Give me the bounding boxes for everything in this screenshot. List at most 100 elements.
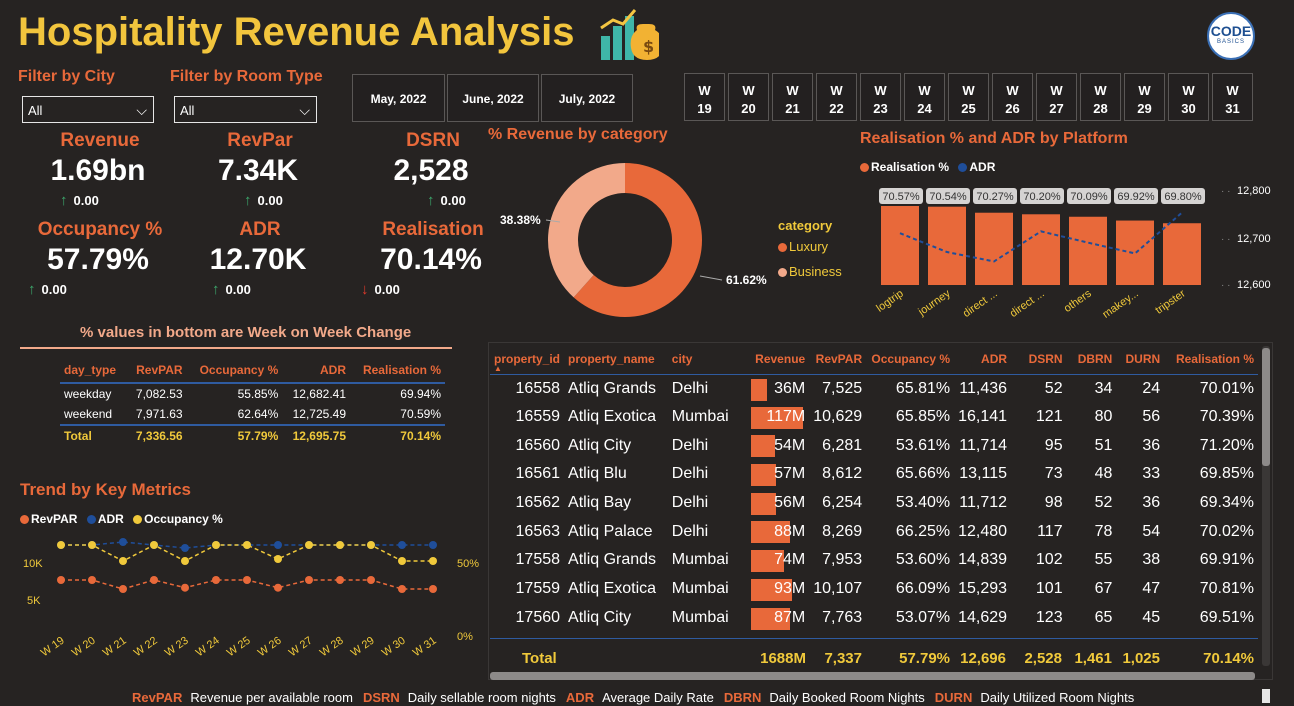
- trend-point[interactable]: [305, 541, 313, 549]
- week-button-20[interactable]: W 20: [728, 73, 769, 121]
- trend-point[interactable]: [398, 585, 406, 593]
- table-row[interactable]: 17559 Atliq Exotica Mumbai 93M 10,107 66.09% 1…: [490, 575, 1258, 604]
- trend-point[interactable]: [429, 557, 437, 565]
- trend-point[interactable]: [274, 583, 282, 592]
- week-prefix: W: [786, 83, 799, 98]
- week-button-30[interactable]: W 30: [1168, 73, 1209, 121]
- bar-realisation-5[interactable]: [1116, 220, 1154, 285]
- column-header[interactable]: Realisation %: [350, 357, 445, 384]
- trend-point[interactable]: [274, 541, 282, 549]
- column-header-property-name[interactable]: property_name: [564, 344, 668, 375]
- trend-point[interactable]: [150, 541, 158, 549]
- table-row[interactable]: 16563 Atliq Palace Delhi 88M 8,269 66.25% 12,4…: [490, 517, 1258, 546]
- trend-point[interactable]: [274, 555, 282, 563]
- trend-point[interactable]: [398, 541, 406, 549]
- trend-point[interactable]: [429, 541, 437, 549]
- table-row[interactable]: 17558 Atliq Grands Mumbai 74M 7,953 53.60% 14,…: [490, 546, 1258, 575]
- table-cell-city: Mumbai: [671, 580, 729, 598]
- column-header-dbrn[interactable]: DBRN: [1066, 344, 1117, 375]
- column-header-revpar[interactable]: RevPAR: [809, 344, 867, 375]
- week-button-25[interactable]: W 25: [948, 73, 989, 121]
- week-button-27[interactable]: W 27: [1036, 73, 1077, 121]
- x-tick-label: W 30: [380, 635, 408, 660]
- bar-realisation-4[interactable]: [1069, 216, 1107, 285]
- week-button-29[interactable]: W 29: [1124, 73, 1165, 121]
- table-row[interactable]: 16560 Atliq City Delhi 54M 6,281 53.61% 11,714…: [490, 431, 1258, 460]
- table-row[interactable]: 16562 Atliq Bay Delhi 56M 6,254 53.40% 11,712 9…: [490, 489, 1258, 518]
- table-row[interactable]: 16559 Atliq Exotica Mumbai 117M 10,629 65.85%…: [490, 403, 1258, 432]
- trend-point[interactable]: [119, 557, 127, 565]
- table-cell-city: Delhi: [671, 494, 709, 512]
- trend-point[interactable]: [57, 541, 65, 549]
- column-header-occupancy--[interactable]: Occupancy %: [866, 344, 955, 375]
- y-tick-label-left: 5K: [27, 595, 41, 607]
- table-row[interactable]: 16558 Atliq Grands Delhi 36M 7,525 65.81% 11,4…: [490, 374, 1258, 403]
- trend-point[interactable]: [367, 576, 375, 584]
- y-tick-label: 12,800: [1237, 185, 1271, 197]
- y-tick-mark: · ·: [1221, 186, 1230, 197]
- week-button-24[interactable]: W 24: [904, 73, 945, 121]
- table-row[interactable]: 16561 Atliq Blu Delhi 57M 8,612 65.66% 13,115 7…: [490, 460, 1258, 489]
- column-header-revenue[interactable]: Revenue: [751, 344, 810, 375]
- table-cell-city: Delhi: [671, 522, 709, 540]
- trend-point[interactable]: [336, 541, 344, 549]
- bar-realisation-3[interactable]: [1022, 214, 1060, 285]
- column-header-adr[interactable]: ADR: [954, 344, 1012, 375]
- room-type-filter-dropdown[interactable]: All ⌵: [174, 96, 317, 123]
- trend-point[interactable]: [88, 541, 96, 549]
- column-header-dsrn[interactable]: DSRN: [1011, 344, 1067, 375]
- city-filter-dropdown[interactable]: All ⌵: [22, 96, 154, 123]
- week-button-23[interactable]: W 23: [860, 73, 901, 121]
- trend-point[interactable]: [181, 544, 189, 552]
- trend-point[interactable]: [398, 557, 406, 565]
- scrollbar-thumb[interactable]: [1262, 348, 1270, 466]
- total-cell: 70.14%: [350, 424, 445, 446]
- legend-dot: [86, 515, 96, 524]
- table-cell: 7,971.63: [135, 407, 183, 421]
- x-tick-label: W 31: [411, 635, 439, 660]
- month-button-june[interactable]: June, 2022: [447, 74, 539, 122]
- donut-legend-title: category: [778, 218, 833, 233]
- horizontal-scrollbar[interactable]: [490, 672, 1255, 680]
- week-button-19[interactable]: W 19: [684, 73, 725, 121]
- month-button-may[interactable]: May, 2022: [352, 74, 445, 122]
- column-header[interactable]: Occupancy %: [186, 357, 283, 384]
- week-button-22[interactable]: W 22: [816, 73, 857, 121]
- glossary-term: ADR: [565, 690, 595, 705]
- trend-point[interactable]: [243, 576, 251, 584]
- trend-point[interactable]: [243, 541, 251, 549]
- trend-point[interactable]: [336, 576, 344, 584]
- column-header-durn[interactable]: DURN: [1116, 344, 1165, 375]
- vertical-scrollbar[interactable]: [1262, 346, 1270, 666]
- bar-realisation-0[interactable]: [881, 206, 919, 285]
- trend-point[interactable]: [212, 576, 220, 584]
- column-header[interactable]: ADR: [282, 357, 351, 384]
- donut-slice-business[interactable]: [548, 163, 625, 298]
- trend-point[interactable]: [181, 557, 189, 565]
- trend-point[interactable]: [119, 585, 127, 593]
- column-header-realisation--[interactable]: Realisation %: [1164, 344, 1258, 375]
- bar-realisation-2[interactable]: [975, 212, 1013, 285]
- trend-point[interactable]: [88, 576, 96, 584]
- bar-realisation-6[interactable]: [1163, 223, 1201, 285]
- column-header[interactable]: RevPAR: [126, 357, 187, 384]
- trend-point[interactable]: [367, 541, 375, 549]
- revenue-bar-cell: 74M: [751, 546, 809, 575]
- trend-point[interactable]: [119, 538, 127, 546]
- trend-point[interactable]: [181, 583, 189, 592]
- week-button-26[interactable]: W 26: [992, 73, 1033, 121]
- trend-point[interactable]: [305, 576, 313, 584]
- revenue-bar-cell: 88M: [751, 517, 809, 546]
- week-button-21[interactable]: W 21: [772, 73, 813, 121]
- trend-point[interactable]: [429, 585, 437, 593]
- week-button-28[interactable]: W 28: [1080, 73, 1121, 121]
- trend-point[interactable]: [57, 576, 65, 584]
- trend-point[interactable]: [150, 576, 158, 584]
- week-button-31[interactable]: W 31: [1212, 73, 1253, 121]
- month-button-july[interactable]: July, 2022: [541, 74, 633, 122]
- column-header-city[interactable]: city: [667, 344, 752, 375]
- trend-point[interactable]: [212, 541, 220, 549]
- column-header[interactable]: day_type: [60, 357, 127, 384]
- table-cell-occ: 53.40%: [895, 494, 951, 512]
- table-row[interactable]: 17560 Atliq City Mumbai 87M 7,763 53.07% 14,62…: [490, 604, 1258, 633]
